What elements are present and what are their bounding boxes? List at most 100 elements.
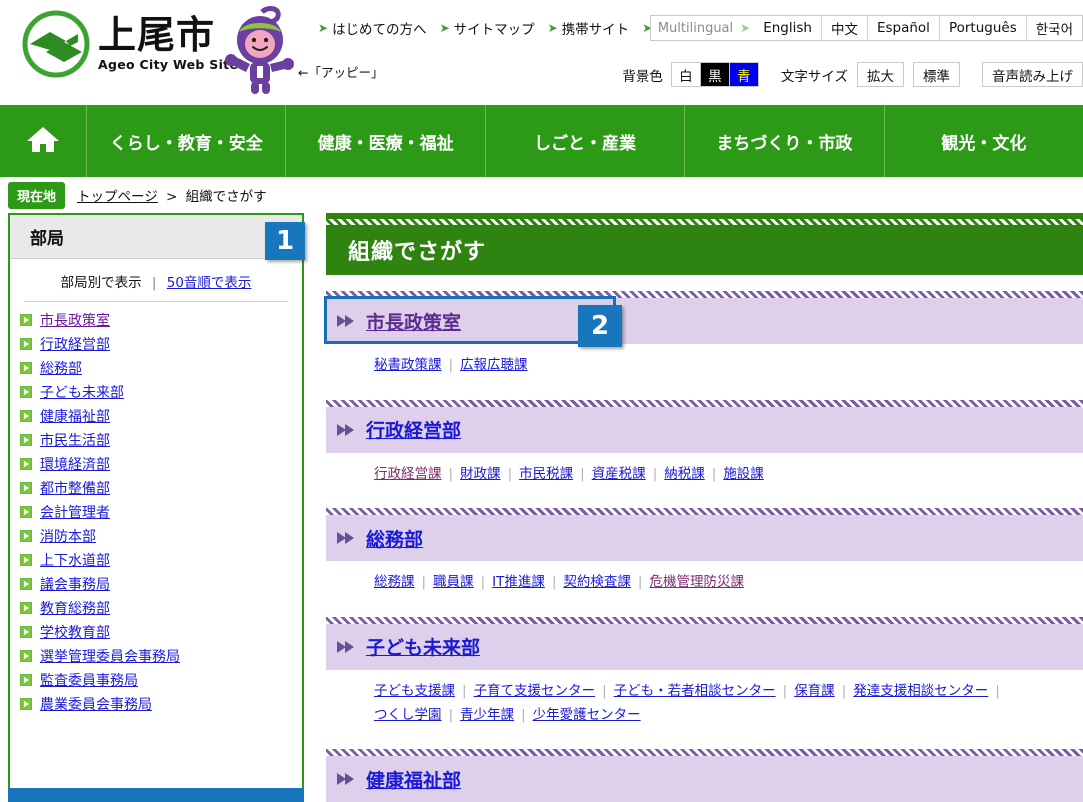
sidebar-item-label[interactable]: 会計管理者 bbox=[40, 502, 110, 522]
lang-english[interactable]: English bbox=[754, 16, 821, 40]
sidebar-item-label[interactable]: 議会事務局 bbox=[40, 574, 110, 594]
sidebar-item-label[interactable]: 行政経営部 bbox=[40, 334, 110, 354]
sidebar-item-14[interactable]: 選挙管理委員会事務局 bbox=[20, 644, 302, 668]
util-link-sitemap[interactable]: ➤ サイトマップ bbox=[440, 18, 535, 38]
section-sub-link[interactable]: 子育て支援センター bbox=[474, 683, 596, 699]
section-sub-link[interactable]: 子ども支援課 bbox=[374, 683, 455, 699]
sidebar-item-4[interactable]: 健康福祉部 bbox=[20, 404, 302, 428]
sidebar-item-3[interactable]: 子ども未来部 bbox=[20, 380, 302, 404]
site-logo[interactable]: 上尾市 Ageo City Web Site bbox=[20, 8, 238, 80]
section-header[interactable]: 総務部 bbox=[326, 515, 1083, 562]
section-title-link[interactable]: 総務部 bbox=[366, 525, 423, 552]
link-divider: | bbox=[995, 682, 1000, 699]
util-link-label: 携帯サイト bbox=[561, 22, 630, 38]
sidebar-item-label[interactable]: 市民生活部 bbox=[40, 430, 110, 450]
section-sub-link[interactable]: つくし学園 bbox=[374, 707, 442, 723]
nav-item-kanko[interactable]: 観光・文化 bbox=[885, 105, 1083, 177]
section-title-link[interactable]: 子ども未来部 bbox=[366, 633, 480, 660]
organization-sections: 市長政策室秘書政策課 | 広報広聴課行政経営部行政経営課 | 財政課 | 市民税課 | 資産税課… bbox=[324, 291, 1083, 802]
sidebar-item-12[interactable]: 教育総務部 bbox=[20, 596, 302, 620]
section-sub-link[interactable]: 市民税課 bbox=[519, 466, 573, 482]
section-sub-link[interactable]: 資産税課 bbox=[592, 466, 646, 482]
sidebar-item-13[interactable]: 学校教育部 bbox=[20, 620, 302, 644]
link-divider: | bbox=[421, 574, 427, 591]
section-header[interactable]: 健康福祉部 bbox=[326, 756, 1083, 802]
lang-chinese[interactable]: 中文 bbox=[820, 16, 867, 40]
section-sub-link[interactable]: 少年愛護センター bbox=[533, 707, 641, 723]
sidebar-item-7[interactable]: 都市整備部 bbox=[20, 476, 302, 500]
sidebar-item-label[interactable]: 総務部 bbox=[40, 358, 82, 378]
sidebar-item-label[interactable]: 監査委員事務局 bbox=[40, 670, 138, 690]
section-sub-link[interactable]: IT推進課 bbox=[492, 574, 545, 590]
section-sub-link[interactable]: 危機管理防災課 bbox=[649, 574, 744, 590]
section-title-link[interactable]: 市長政策室 bbox=[366, 308, 461, 335]
sidebar-item-5[interactable]: 市民生活部 bbox=[20, 428, 302, 452]
bg-blue-button[interactable]: 青 bbox=[728, 62, 759, 87]
lang-portuguese[interactable]: Português bbox=[938, 16, 1026, 40]
sidebar-item-label[interactable]: 市長政策室 bbox=[40, 310, 110, 330]
section-sub-link[interactable]: 行政経営課 bbox=[374, 466, 442, 482]
section-sub-link[interactable]: 総務課 bbox=[374, 574, 415, 590]
sidebar-item-label[interactable]: 選挙管理委員会事務局 bbox=[40, 646, 180, 666]
sidebar-item-9[interactable]: 消防本部 bbox=[20, 524, 302, 548]
nav-item-machizukuri[interactable]: まちづくり・市政 bbox=[685, 105, 885, 177]
sidebar-item-1[interactable]: 行政経営部 bbox=[20, 332, 302, 356]
sidebar-item-label[interactable]: 都市整備部 bbox=[40, 478, 110, 498]
section-sub-link[interactable]: 子ども・若者相談センター bbox=[614, 683, 776, 699]
section-title-link[interactable]: 健康福祉部 bbox=[366, 766, 461, 793]
section-sub-link[interactable]: 施設課 bbox=[723, 466, 764, 482]
view-by-kana-link[interactable]: 50音順で表示 bbox=[167, 275, 252, 291]
sidebar-item-8[interactable]: 会計管理者 bbox=[20, 500, 302, 524]
sidebar-item-0[interactable]: 市長政策室 bbox=[20, 308, 302, 332]
sidebar-item-label[interactable]: 上下水道部 bbox=[40, 550, 110, 570]
sidebar-item-label[interactable]: 子ども未来部 bbox=[40, 382, 124, 402]
text-size-normal-button[interactable]: 標準 bbox=[913, 62, 960, 87]
breadcrumb-current: 組織でさがす bbox=[185, 189, 267, 205]
section-title-link[interactable]: 行政経営部 bbox=[366, 416, 461, 443]
section-sub-link[interactable]: 契約検査課 bbox=[563, 574, 631, 590]
sidebar-item-2[interactable]: 総務部 bbox=[20, 356, 302, 380]
section-sub-link[interactable]: 秘書政策課 bbox=[374, 357, 442, 373]
lang-spanish[interactable]: Español bbox=[866, 16, 939, 40]
sidebar-item-label[interactable]: 教育総務部 bbox=[40, 598, 110, 618]
link-divider: | bbox=[448, 357, 454, 373]
section-sub-link[interactable]: 発達支援相談センター bbox=[853, 683, 988, 699]
text-size-large-button[interactable]: 拡大 bbox=[857, 62, 904, 87]
arrow-right-icon bbox=[20, 578, 32, 590]
section-sub-link[interactable]: 職員課 bbox=[433, 574, 474, 590]
arrow-right-icon bbox=[20, 602, 32, 614]
sidebar-item-15[interactable]: 監査委員事務局 bbox=[20, 668, 302, 692]
sidebar-item-label[interactable]: 環境経済部 bbox=[40, 454, 110, 474]
sidebar-item-label[interactable]: 消防本部 bbox=[40, 526, 96, 546]
bg-black-button[interactable]: 黒 bbox=[699, 62, 730, 87]
nav-item-shigoto[interactable]: しごと・産業 bbox=[486, 105, 686, 177]
link-divider: | bbox=[448, 706, 454, 723]
bg-white-button[interactable]: 白 bbox=[670, 62, 701, 87]
sidebar-item-label[interactable]: 健康福祉部 bbox=[40, 406, 110, 426]
section-header[interactable]: 行政経営部 bbox=[326, 406, 1083, 453]
util-link-beginners[interactable]: ➤ はじめての方へ bbox=[318, 18, 427, 38]
section-header[interactable]: 市長政策室 bbox=[324, 296, 1083, 344]
lang-korean[interactable]: 한국어 bbox=[1025, 16, 1082, 40]
sidebar-item-label[interactable]: 農業委員会事務局 bbox=[40, 694, 152, 714]
section-sub-link[interactable]: 保育課 bbox=[794, 683, 835, 699]
sidebar-item-label[interactable]: 学校教育部 bbox=[40, 622, 110, 642]
section-header[interactable]: 子ども未来部 bbox=[326, 623, 1083, 670]
section-sub-link[interactable]: 青少年課 bbox=[460, 707, 514, 723]
nav-item-kenko[interactable]: 健康・医療・福祉 bbox=[286, 105, 486, 177]
breadcrumb-home-link[interactable]: トップページ bbox=[77, 189, 158, 205]
section-sub-link[interactable]: 財政課 bbox=[460, 466, 501, 482]
chevron-right-icon: ➤ bbox=[439, 21, 450, 35]
sidebar-item-10[interactable]: 上下水道部 bbox=[20, 548, 302, 572]
section-sub-link[interactable]: 広報広聴課 bbox=[460, 357, 528, 373]
section-sub-link[interactable]: 納税課 bbox=[664, 466, 705, 482]
util-link-label: サイトマップ bbox=[453, 22, 535, 38]
sidebar-item-11[interactable]: 議会事務局 bbox=[20, 572, 302, 596]
nav-item-kurashi[interactable]: くらし・教育・安全 bbox=[87, 105, 287, 177]
nav-home[interactable] bbox=[0, 105, 87, 177]
util-link-mobile[interactable]: ➤ 携帯サイト bbox=[548, 18, 630, 38]
speech-readout-button[interactable]: 音声読み上げ bbox=[982, 62, 1083, 87]
sidebar-item-16[interactable]: 農業委員会事務局 bbox=[20, 692, 302, 716]
org-section: 健康福祉部 bbox=[326, 749, 1083, 802]
sidebar-item-6[interactable]: 環境経済部 bbox=[20, 452, 302, 476]
